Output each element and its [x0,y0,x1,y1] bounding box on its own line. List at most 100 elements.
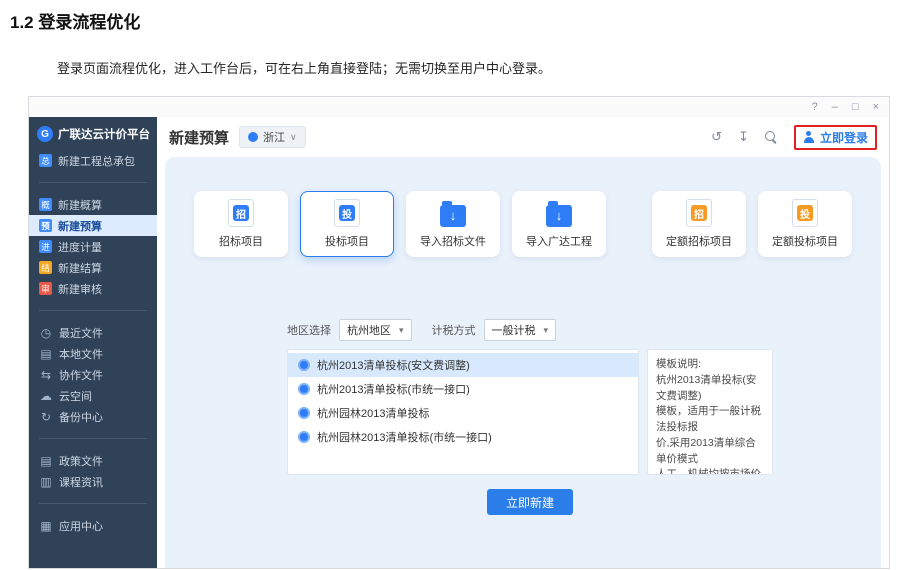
collaboration-files-icon: ⇆ [40,367,52,382]
maximize-button[interactable]: □ [852,101,859,113]
card-label: 导入招标文件 [420,235,486,248]
course-info-icon: ▥ [40,474,52,489]
card-tendering-project[interactable]: 招 招标项目 [194,191,288,257]
search-icon[interactable] [764,130,778,144]
card-quota-bidding-project[interactable]: 投 定额投标项目 [758,191,852,257]
chevron-down-icon: ∨ [290,131,297,142]
region-dropdown[interactable]: 浙江 ∨ [239,126,306,148]
create-now-button[interactable]: 立即新建 [487,489,573,515]
content-panel: 招 招标项目 投 投标项目 ↓ 导入招标文件 ↓ 导入广达工程 招 定额招标项目… [165,157,881,568]
template-file-icon [298,407,310,419]
filters-row: 地区选择 杭州地区 ▾ 计税方式 一般计税 ▾ [287,319,881,341]
sidebar-item-label: 新建审核 [58,283,102,296]
main-area: 新建预算 浙江 ∨ ↺ ↧ 立即登录 招 招标项目 投 投标项目 ↓ 导入招标文… [157,117,889,568]
template-description-title: 模板说明: [656,358,701,370]
local-files-icon: ▤ [40,346,52,361]
card-quota-tendering-project[interactable]: 招 定额招标项目 [652,191,746,257]
close-button[interactable]: × [873,101,879,113]
app-body: G 广联达云计价平台 总 新建工程总承包 概 新建概算 预 新建预算 进 进度计… [29,117,889,568]
login-button[interactable]: 立即登录 [793,124,877,150]
quota-bid-doc-icon: 投 [792,199,818,227]
tender-doc-icon: 招 [228,199,254,227]
template-description-panel: 模板说明: 杭州2013清单投标(安文费调整) 模板，适用于一般计税法投标报 价… [647,349,773,475]
estimate-icon: 概 [39,198,52,211]
template-list: 杭州2013清单投标(安文费调整) 杭州2013清单投标(市统一接口) 杭州园林… [287,349,639,475]
epc-project-icon: 总 [39,154,52,167]
region-filter-select[interactable]: 杭州地区 ▾ [339,319,412,341]
sidebar-item-cloud-space[interactable]: ☁ 云空间 [29,385,157,406]
template-file-icon [298,359,310,371]
budget-icon: 预 [39,219,52,232]
minimize-button[interactable]: – [832,101,838,113]
person-icon [803,131,815,143]
tax-method-select[interactable]: 一般计税 ▾ [483,319,557,341]
template-description-line: 杭州2013清单投标(安文费调整) [656,373,757,402]
page-title: 1.2 登录流程优化 [10,13,141,32]
import-download-icon: ↓ [440,200,466,227]
template-description-line: 价,采用2013清单综合单价模式 [656,436,756,465]
import-download-icon: ↓ [546,200,572,227]
region-filter-label: 地区选择 [287,325,331,337]
sidebar-item-label: 云空间 [59,390,92,403]
sidebar-item-label: 新建预算 [58,220,102,233]
template-file-icon [298,431,310,443]
card-label: 定额招标项目 [666,236,732,248]
template-section: 杭州2013清单投标(安文费调整) 杭州2013清单投标(市统一接口) 杭州园林… [287,349,881,475]
region-icon [248,132,259,142]
sidebar-item-label: 政策文件 [59,455,103,468]
template-item[interactable]: 杭州2013清单投标(安文费调整) [288,353,638,377]
project-type-cards: 招 招标项目 投 投标项目 ↓ 导入招标文件 ↓ 导入广达工程 招 定额招标项目… [165,157,881,257]
template-item[interactable]: 杭州2013清单投标(市统一接口) [288,377,638,401]
sidebar-item-new-budget[interactable]: 预 新建预算 [29,215,157,236]
history-icon[interactable]: ↺ [711,129,722,145]
review-icon: 审 [39,282,52,295]
sidebar-item-app-center[interactable]: ▦ 应用中心 [29,515,157,536]
quota-tender-doc-icon: 招 [686,199,712,227]
template-item-label: 杭州园林2013清单投标(市统一接口) [317,432,492,444]
template-item[interactable]: 杭州园林2013清单投标 [288,401,638,425]
app-center-icon: ▦ [40,518,52,533]
template-item-label: 杭州2013清单投标(安文费调整) [317,360,470,372]
region-dropdown-value: 浙江 [263,132,286,144]
sidebar-item-backup-center[interactable]: ↻ 备份中心 [29,406,157,427]
sidebar-item-label: 协作文件 [59,369,103,382]
sidebar-item-policy-files[interactable]: ▤ 政策文件 [29,450,157,471]
sidebar-item-new-settlement[interactable]: 结 新建结算 [29,257,157,278]
card-import-glodon-project[interactable]: ↓ 导入广达工程 [512,191,606,257]
card-bidding-project[interactable]: 投 投标项目 [300,191,394,257]
card-import-tender-file[interactable]: ↓ 导入招标文件 [406,191,500,257]
template-item[interactable]: 杭州园林2013清单投标(市统一接口) [288,425,638,449]
cloud-space-icon: ☁ [40,388,52,403]
card-label: 定额投标项目 [772,236,838,248]
app-window-screenshot: ? – □ × G 广联达云计价平台 总 新建工程总承包 概 新建概算 预 新建… [28,96,890,569]
sidebar-item-new-review[interactable]: 审 新建审核 [29,278,157,299]
app-logo-label: 广联达云计价平台 [58,129,150,141]
help-button[interactable]: ? [812,101,818,113]
template-description-line: 模板，适用于一般计税法投标报 [656,405,761,433]
sidebar-item-collaboration-files[interactable]: ⇆ 协作文件 [29,364,157,385]
window-titlebar: ? – □ × [29,97,889,117]
policy-files-icon: ▤ [40,453,52,468]
card-label: 导入广达工程 [526,235,592,248]
sidebar-item-progress-measurement[interactable]: 进 进度计量 [29,236,157,257]
chevron-down-icon: ▾ [543,324,549,335]
tax-method-label: 计税方式 [431,325,476,337]
sidebar-divider [39,503,147,504]
sidebar-item-new-estimate[interactable]: 概 新建概算 [29,194,157,215]
download-icon[interactable]: ↧ [738,129,749,145]
bid-doc-icon: 投 [334,199,360,227]
sidebar-item-local-files[interactable]: ▤ 本地文件 [29,343,157,364]
sidebar-item-label: 课程资讯 [59,476,103,489]
settlement-icon: 结 [39,261,52,274]
sidebar-divider [39,310,147,311]
sidebar-item-course-info[interactable]: ▥ 课程资讯 [29,471,157,492]
sidebar-item-recent-files[interactable]: ◷ 最近文件 [29,322,157,343]
sidebar-item-label: 本地文件 [59,348,103,361]
sidebar-item-label: 新建工程总承包 [58,155,135,168]
sidebar-item-new-epc-project[interactable]: 总 新建工程总承包 [29,150,157,171]
card-label: 招标项目 [219,236,263,248]
sidebar-item-label: 进度计量 [58,241,102,254]
template-file-icon [298,383,310,395]
backup-center-icon: ↻ [40,409,52,424]
template-item-label: 杭州园林2013清单投标 [317,408,430,420]
